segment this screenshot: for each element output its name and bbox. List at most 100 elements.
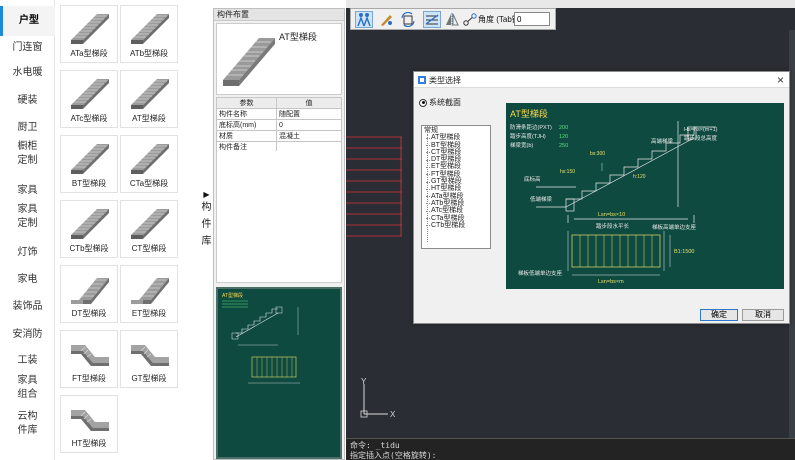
node-connect-tool-button[interactable] bbox=[461, 11, 479, 28]
component-tile-label: GT型梯段 bbox=[131, 374, 167, 383]
dialog-title: 类型选择 bbox=[429, 76, 461, 85]
table-row[interactable]: 材质 混凝土 bbox=[216, 130, 342, 142]
landing-stair-icon bbox=[131, 278, 169, 304]
category-item-2[interactable]: 门连窗 bbox=[0, 41, 55, 55]
category-item-9[interactable]: 灯饰 bbox=[0, 246, 55, 260]
category-item-8[interactable]: 家具 定制 bbox=[0, 203, 55, 231]
rotate-flip-icon bbox=[401, 11, 415, 28]
component-tile-12[interactable]: GT型梯段 bbox=[120, 330, 178, 388]
thumbnail-drawing: AT型梯段 bbox=[222, 292, 300, 384]
label-thickness: h:120 bbox=[633, 174, 646, 180]
label-floor-level: 底标高 bbox=[524, 175, 541, 183]
straight-stair-icon bbox=[71, 209, 109, 239]
category-item-1[interactable]: 户型 bbox=[0, 6, 55, 36]
folded-stair-icon bbox=[71, 410, 109, 431]
red-guide-lines bbox=[346, 136, 402, 237]
label-low-support: 梯板低端单边支座 bbox=[518, 269, 563, 277]
tree-item[interactable]: ET型梯段 bbox=[422, 163, 490, 170]
expand-arrow-icon: ▶ bbox=[203, 190, 210, 199]
component-tile-6[interactable]: CTa型梯段 bbox=[120, 135, 178, 193]
table-row[interactable]: 构件名称 随配置 bbox=[216, 108, 342, 120]
category-item-6[interactable]: 橱柜 定制 bbox=[0, 140, 55, 168]
param-value-cell[interactable]: 混凝土 bbox=[276, 130, 342, 142]
mirror-triangle-tool-button[interactable] bbox=[443, 11, 461, 28]
category-label-line-2: 件库 bbox=[17, 425, 38, 436]
tree-item[interactable]: FT型梯段 bbox=[422, 171, 490, 178]
straight-stair-icon bbox=[71, 144, 109, 174]
component-preview: AT型梯段 bbox=[216, 23, 342, 95]
component-tile-label: FT型梯段 bbox=[72, 374, 106, 383]
pen-edit-icon bbox=[381, 15, 392, 26]
pen-edit-tool-button[interactable] bbox=[377, 11, 395, 28]
component-tile-5[interactable]: BT型梯段 bbox=[60, 135, 118, 193]
component-tile-11[interactable]: FT型梯段 bbox=[60, 330, 118, 388]
angle-input[interactable] bbox=[514, 12, 550, 26]
thumbnail-title: AT型梯段 bbox=[222, 292, 243, 299]
ok-button[interactable]: 确定 bbox=[700, 309, 738, 321]
param-name-cell: 材质 bbox=[216, 130, 277, 142]
component-tile-10[interactable]: ET型梯段 bbox=[120, 265, 178, 323]
tree-item[interactable]: HT型梯段 bbox=[422, 185, 490, 192]
table-row[interactable]: 底标高(mm) 0 bbox=[216, 119, 342, 131]
category-label-line-1: 家具 bbox=[17, 375, 38, 386]
component-tile-2[interactable]: ATb型梯段 bbox=[120, 5, 178, 63]
cad-toolbar: 角度 (Tab键): bbox=[350, 8, 556, 30]
type-tree[interactable]: 常规 AT型梯段 BT型梯段 CT型梯段 DT型梯段 ET型梯段 FT型梯段 GT型梯段 HT… bbox=[421, 125, 491, 249]
param-name-cell: 构件名称 bbox=[216, 108, 277, 120]
dialog-titlebar[interactable]: 类型选择 × bbox=[414, 72, 789, 88]
tree-item[interactable]: BT型梯段 bbox=[422, 142, 490, 149]
label-run-formula: Lsn=bs×10 bbox=[598, 212, 625, 218]
tree-item[interactable]: ATc型梯段 bbox=[422, 207, 490, 214]
node-connect-icon bbox=[463, 13, 477, 26]
category-item-11[interactable]: 装饰品 bbox=[0, 300, 55, 314]
component-tile-4[interactable]: AT型梯段 bbox=[120, 70, 178, 128]
component-tile-label: CTa型梯段 bbox=[129, 179, 169, 188]
rotate-flip-tool-button[interactable] bbox=[399, 11, 417, 28]
category-item-5[interactable]: 厨卫 bbox=[0, 121, 55, 135]
spec-label-1: 防滑条距边(PXT) bbox=[510, 123, 552, 131]
label-riser: hs:150 bbox=[560, 169, 575, 175]
tree-item[interactable]: AT型梯段 bbox=[422, 134, 490, 141]
cancel-button[interactable]: 取消 bbox=[742, 309, 784, 321]
component-tile-label: ATc型梯段 bbox=[70, 114, 108, 123]
category-rail: 户型 门连窗 水电暖 硬装 厨卫 橱柜 定制 家具 家具 定制 灯饰 家电 装饰品 安消防 工装 家具 组合 云构… bbox=[0, 0, 55, 460]
tree-item[interactable]: ATa型梯段 bbox=[422, 193, 490, 200]
stair-type-diagram: AT型梯段 防滑条距边(PXT) 踏步高度(TJH) 梯梁宽(b) 200 12… bbox=[506, 103, 784, 289]
category-item-10[interactable]: 家电 bbox=[0, 273, 55, 287]
radio-selected-icon[interactable] bbox=[419, 98, 427, 107]
landing-stair-icon bbox=[71, 278, 109, 304]
command-prompt-line: 指定插入点(空格旋转): bbox=[350, 451, 437, 460]
dual-person-tool-button[interactable] bbox=[355, 11, 373, 28]
system-section-radio[interactable]: 系统截面 bbox=[419, 97, 461, 108]
category-item-13[interactable]: 工装 bbox=[0, 354, 55, 368]
tree-item[interactable]: CTa型梯段 bbox=[422, 215, 490, 222]
category-item-14[interactable]: 家具 组合 bbox=[0, 374, 55, 402]
straight-stair-icon bbox=[131, 209, 169, 239]
component-tile-1[interactable]: ATa型梯段 bbox=[60, 5, 118, 63]
component-tile-label: BT型梯段 bbox=[71, 179, 107, 188]
spec-label-2: 踏步高度(TJH) bbox=[510, 132, 546, 140]
component-tile-9[interactable]: DT型梯段 bbox=[60, 265, 118, 323]
stair-align-tool-button[interactable] bbox=[423, 11, 441, 28]
spec-value-2: 120 bbox=[559, 134, 568, 140]
param-value-cell[interactable]: 随配置 bbox=[276, 108, 342, 120]
component-tile-label: HT型梯段 bbox=[71, 439, 107, 448]
component-tile-3[interactable]: ATc型梯段 bbox=[60, 70, 118, 128]
component-tile-label: CT型梯段 bbox=[131, 244, 167, 253]
category-item-3[interactable]: 水电暖 bbox=[0, 66, 55, 80]
component-tile-8[interactable]: CT型梯段 bbox=[120, 200, 178, 258]
tree-item[interactable]: CTb型梯段 bbox=[422, 222, 490, 229]
component-tile-7[interactable]: CTb型梯段 bbox=[60, 200, 118, 258]
category-item-4[interactable]: 硬装 bbox=[0, 94, 55, 108]
component-tile-13[interactable]: HT型梯段 bbox=[60, 395, 118, 453]
category-item-15[interactable]: 云构 件库 bbox=[0, 410, 55, 438]
cad-top-strip bbox=[346, 0, 795, 8]
straight-stair-icon bbox=[131, 14, 169, 44]
param-value-cell[interactable]: 0 bbox=[276, 119, 342, 131]
category-item-7[interactable]: 家具 bbox=[0, 184, 55, 198]
command-line[interactable]: 命令: _tidu 指定插入点(空格旋转): bbox=[346, 438, 795, 460]
close-icon[interactable]: × bbox=[777, 72, 784, 88]
category-label-line-2: 组合 bbox=[17, 389, 38, 400]
component-library-toggle[interactable]: ▶ 构 件 库 bbox=[200, 190, 213, 250]
category-item-12[interactable]: 安消防 bbox=[0, 328, 55, 342]
